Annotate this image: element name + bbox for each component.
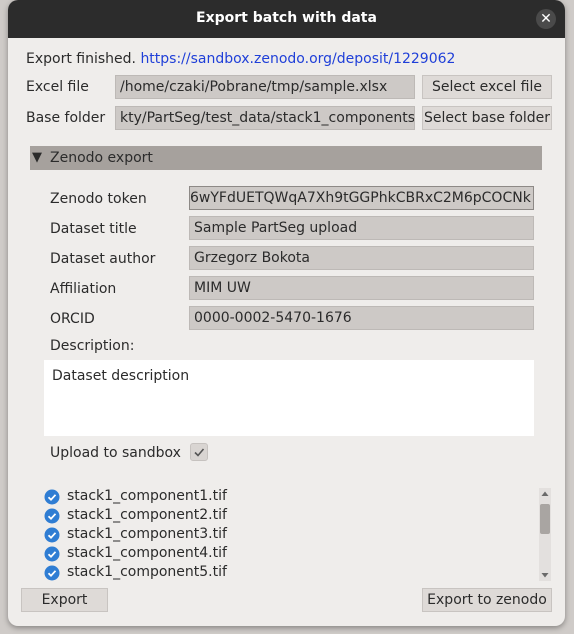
dataset-title-input[interactable]: Sample PartSeg upload [189, 216, 534, 240]
dataset-author-input[interactable]: Grzegorz Bokota [189, 246, 534, 270]
affiliation-label: Affiliation [50, 281, 117, 297]
excel-file-input[interactable]: /home/czaki/Pobrane/tmp/sample.xlsx [115, 75, 415, 99]
close-icon[interactable]: ✕ [536, 9, 556, 29]
deposit-link[interactable]: https://sandbox.zenodo.org/deposit/12290… [140, 51, 455, 67]
export-dialog: Export batch with data ✕ Export finished… [8, 0, 565, 626]
dataset-author-label: Dataset author [50, 251, 156, 267]
check-circle-icon [44, 565, 60, 581]
zenodo-token-input[interactable]: 6wYFdUETQWqA7Xh9tGGPhkCBRxC2M6pCOCNk [189, 186, 534, 210]
scrollbar-graphic [539, 488, 551, 581]
file-name: stack1_component2.tif [67, 507, 227, 523]
orcid-input[interactable]: 0000-0002-5470-1676 [189, 306, 534, 330]
zenodo-token-label: Zenodo token [50, 191, 147, 207]
description-text: Dataset description [52, 368, 190, 384]
zenodo-export-section-header[interactable]: ▼ Zenodo export [30, 146, 542, 170]
export-button[interactable]: Export [21, 588, 108, 612]
window-title: Export batch with data [196, 10, 377, 26]
file-name: stack1_component3.tif [67, 526, 227, 542]
status-text: Export finished. [26, 51, 136, 67]
select-excel-button[interactable]: Select excel file [422, 75, 552, 99]
check-circle-icon [44, 527, 60, 543]
checkmark-icon [194, 448, 205, 457]
check-circle-icon [44, 546, 60, 562]
file-name: stack1_component1.tif [67, 488, 227, 504]
description-textarea[interactable]: Dataset description [44, 360, 534, 436]
base-folder-label: Base folder [26, 110, 106, 126]
section-title: Zenodo export [50, 150, 153, 166]
file-name: stack1_component4.tif [67, 545, 227, 561]
base-folder-input[interactable]: kty/PartSeg/test_data/stack1_components [115, 106, 415, 130]
title-bar: Export batch with data ✕ [8, 0, 565, 38]
excel-file-label: Excel file [26, 79, 89, 95]
affiliation-input[interactable]: MIM UW [189, 276, 534, 300]
export-status: Export finished. https://sandbox.zenodo.… [26, 51, 455, 67]
dataset-title-label: Dataset title [50, 221, 137, 237]
file-list-scrollbar[interactable] [538, 488, 552, 581]
file-list[interactable]: stack1_component1.tif stack1_component2.… [44, 486, 534, 584]
upload-sandbox-checkbox[interactable] [190, 443, 208, 461]
check-circle-icon [44, 508, 60, 524]
select-base-folder-button[interactable]: Select base folder [422, 106, 552, 130]
check-circle-icon [44, 489, 60, 505]
collapse-arrow-icon: ▼ [32, 150, 42, 165]
orcid-label: ORCID [50, 311, 95, 327]
file-name: stack1_component5.tif [67, 564, 227, 580]
upload-sandbox-label: Upload to sandbox [50, 445, 181, 461]
export-to-zenodo-button[interactable]: Export to zenodo [422, 588, 552, 612]
description-label: Description: [50, 338, 135, 354]
